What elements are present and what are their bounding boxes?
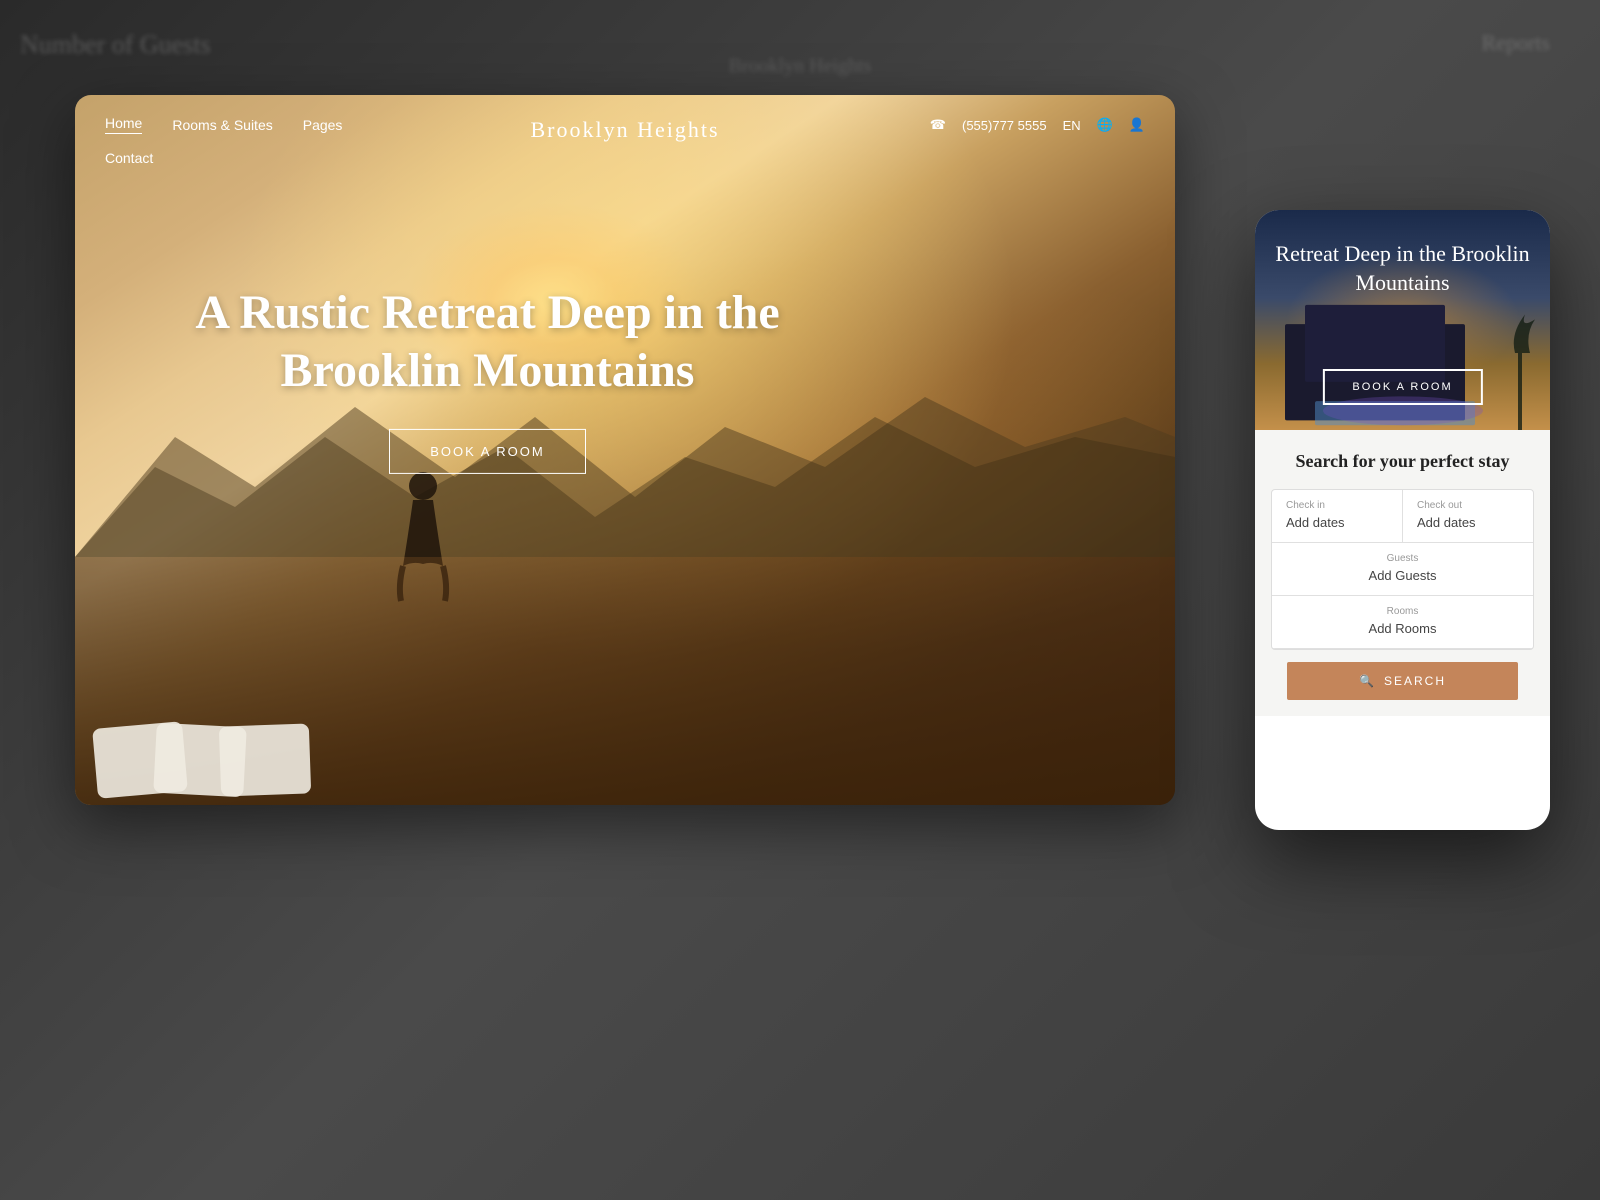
navigation: Home Rooms & Suites Pages Brooklyn Heigh… (75, 95, 1175, 154)
guests-label: Guests (1286, 553, 1519, 564)
search-button-label: SEARCH (1384, 674, 1446, 688)
mobile-hero-text: Retreat Deep in the Brooklin Mountains (1255, 240, 1550, 297)
rooms-label: Rooms (1286, 606, 1519, 617)
search-icon: 🔍 (1359, 674, 1376, 688)
phone-number: (555)777 5555 (962, 118, 1047, 133)
mobile-hero-image: Retreat Deep in the Brooklin Mountains B… (1255, 210, 1550, 430)
mobile-checkin-cell[interactable]: Check in Add dates (1272, 490, 1403, 542)
checkout-label: Check out (1417, 500, 1519, 511)
nav-rooms[interactable]: Rooms & Suites (172, 117, 272, 133)
hero-title: A Rustic Retreat Deep in the Brooklin Mo… (185, 284, 790, 399)
mobile-guests-row[interactable]: Guests Add Guests (1272, 543, 1533, 596)
mobile-mockup: Retreat Deep in the Brooklin Mountains B… (1255, 210, 1550, 830)
mobile-rooms-row[interactable]: Rooms Add Rooms (1272, 596, 1533, 649)
phone-icon: ☎ (930, 117, 946, 133)
desktop-card: Home Rooms & Suites Pages Brooklyn Heigh… (75, 95, 1175, 805)
mobile-search-title: Search for your perfect stay (1271, 450, 1534, 473)
checkin-label: Check in (1286, 500, 1388, 511)
hero-book-button[interactable]: BOOK A ROOM (389, 429, 585, 474)
globe-icon: 🌐 (1097, 117, 1113, 133)
nav-left: Home Rooms & Suites Pages (105, 115, 342, 134)
pillow-3 (219, 723, 311, 796)
bg-blur-text-center: Brooklyn Heights (729, 55, 872, 78)
guests-value: Add Guests (1369, 568, 1437, 583)
user-icon[interactable]: 👤 (1129, 117, 1145, 133)
mobile-checkout-cell[interactable]: Check out Add dates (1403, 490, 1533, 542)
mobile-search-form: Check in Add dates Check out Add dates G… (1271, 489, 1534, 650)
nav-home[interactable]: Home (105, 115, 142, 134)
checkin-value: Add dates (1286, 515, 1345, 530)
language-selector[interactable]: EN (1063, 118, 1081, 133)
brand-name: Brooklyn Heights (530, 117, 719, 143)
mobile-book-button[interactable]: BOOK A ROOM (1322, 369, 1482, 405)
nav-right: ☎ (555)777 5555 EN 🌐 👤 (930, 117, 1145, 133)
checkout-value: Add dates (1417, 515, 1476, 530)
nav-pages[interactable]: Pages (303, 117, 343, 133)
nav-second-row: Contact (105, 150, 153, 168)
bg-blur-text-right: Reports (1482, 30, 1550, 56)
mobile-search-section: Search for your perfect stay Check in Ad… (1255, 430, 1550, 716)
mobile-search-button[interactable]: 🔍 SEARCH (1287, 662, 1518, 700)
mobile-dates-row: Check in Add dates Check out Add dates (1272, 490, 1533, 543)
deck-area (75, 557, 1175, 806)
rooms-value: Add Rooms (1369, 621, 1437, 636)
hero-text-block: A Rustic Retreat Deep in the Brooklin Mo… (185, 284, 790, 474)
bg-blur-text-left: Number of Guests (20, 30, 211, 60)
nav-contact[interactable]: Contact (105, 150, 153, 166)
